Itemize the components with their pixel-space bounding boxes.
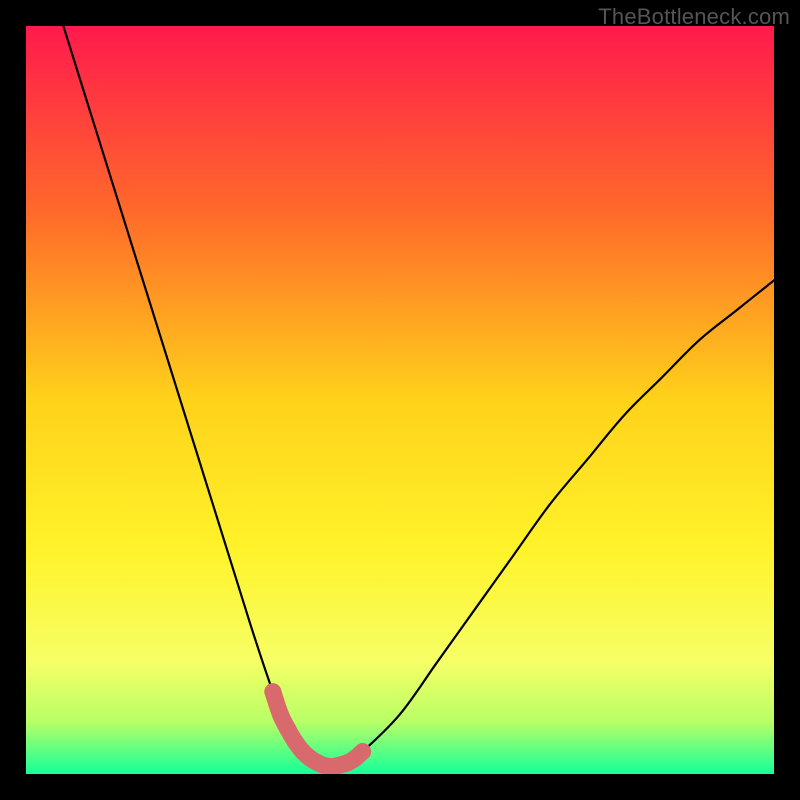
gradient-background [26,26,774,774]
chart-frame: TheBottleneck.com [0,0,800,800]
chart-svg [26,26,774,774]
chart-plot-area [26,26,774,774]
sweet-spot-marker [272,706,289,723]
sweet-spot-marker [264,683,281,700]
sweet-spot-marker [354,743,371,760]
